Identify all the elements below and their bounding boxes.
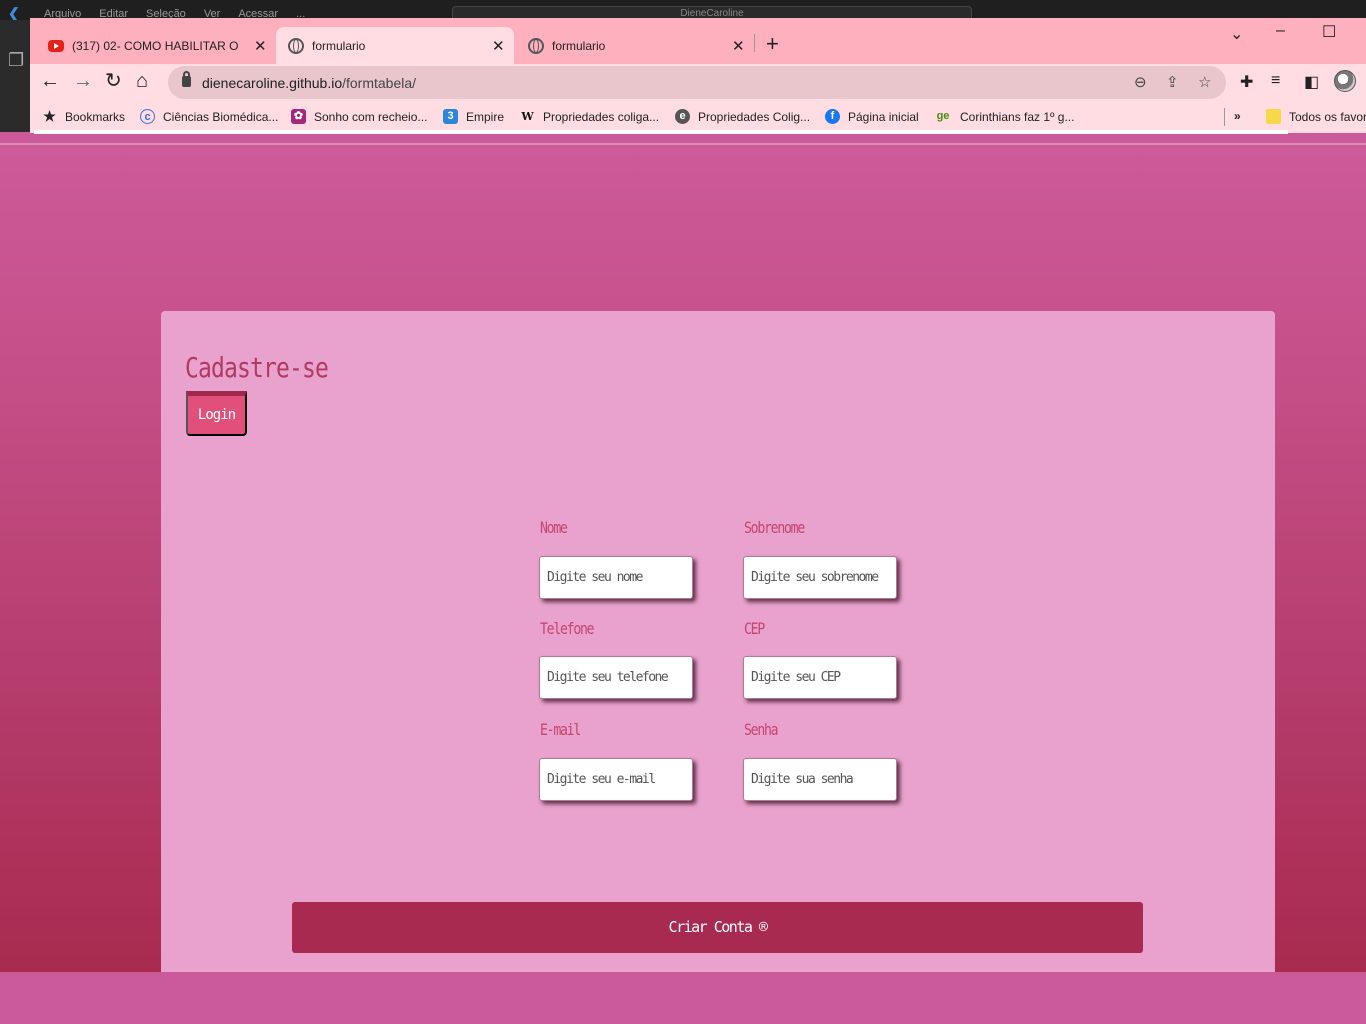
tab-title: formulario	[312, 38, 366, 53]
bookmarks-overflow-button[interactable]: »	[1234, 109, 1241, 123]
browser-tabbar: (317) 02- COMO HABILITAR O EI ✕ formular…	[30, 18, 1366, 64]
cep-input[interactable]	[743, 656, 897, 699]
tab-youtube[interactable]: (317) 02- COMO HABILITAR O EI ✕	[40, 27, 274, 64]
3-icon: 3	[443, 109, 458, 124]
youtube-icon	[48, 39, 64, 52]
telefone-input[interactable]	[539, 656, 693, 699]
login-button[interactable]: Login	[186, 391, 247, 436]
bookmarks-bar: ★ Bookmarks c Ciências Biomédica... ✿ So…	[30, 100, 1366, 133]
bookmark-label: Página inicial	[848, 109, 919, 124]
globe-icon	[288, 37, 304, 54]
e-icon: e	[675, 109, 690, 124]
back-button[interactable]: ←	[40, 70, 60, 92]
vscode-icon: ❮	[8, 5, 20, 21]
extensions-icon[interactable]: ✚	[1240, 72, 1253, 92]
page-title: Cadastre-se	[185, 351, 329, 384]
senha-label: Senha	[744, 720, 779, 739]
bookmark-label: Propriedades Colig...	[698, 109, 811, 124]
maximize-button[interactable]: ☐	[1322, 22, 1336, 42]
email-input[interactable]	[539, 758, 693, 801]
media-queue-icon[interactable]: ≡	[1271, 72, 1280, 90]
ge-icon: ge	[936, 110, 950, 122]
bookmark-label: Empire	[466, 109, 505, 124]
close-icon[interactable]: ✕	[732, 37, 745, 55]
bookmark-label: Todos os favor	[1289, 109, 1366, 124]
globe-icon	[528, 37, 544, 54]
email-label: E-mail	[540, 720, 581, 739]
minimize-button[interactable]: –	[1276, 22, 1285, 40]
explorer-icon[interactable]: ❐	[8, 50, 30, 71]
bookmark-item[interactable]: ★ Bookmarks	[42, 109, 125, 124]
bookmark-star-icon[interactable]: ☆	[1198, 73, 1211, 91]
cep-label: CEP	[744, 619, 765, 638]
bookmark-label: Corinthians faz 1º g...	[960, 109, 1075, 124]
bookmark-label: Bookmarks	[65, 109, 126, 124]
bookmark-item[interactable]: 3 Empire	[443, 109, 504, 124]
signup-card: Cadastre-se Login Nome Sobrenome Telefon…	[161, 311, 1275, 972]
bookmark-item[interactable]: e Propriedades Colig...	[675, 109, 810, 124]
profile-avatar[interactable]	[1334, 70, 1356, 92]
reload-button[interactable]: ↻	[105, 70, 122, 92]
share-icon[interactable]: ⇪	[1166, 73, 1179, 91]
tab-divider	[754, 34, 755, 52]
bookmark-label: Ciências Biomédica...	[163, 109, 279, 124]
page-footer-area	[0, 972, 1366, 1024]
tab-search-chevron-icon[interactable]: ⌄	[1230, 24, 1243, 44]
folder-icon	[1266, 109, 1281, 124]
wikipedia-icon: W	[521, 110, 534, 123]
bookmark-item[interactable]: ge Corinthians faz 1º g...	[934, 109, 1075, 124]
new-tab-button[interactable]: +	[766, 31, 779, 57]
bookmarks-underline	[34, 130, 1288, 134]
close-icon[interactable]: ✕	[492, 37, 505, 55]
tab-formulario[interactable]: formulario ✕	[516, 27, 750, 64]
star-icon: ★	[43, 108, 56, 124]
senha-input[interactable]	[743, 758, 897, 801]
bookmarks-divider	[1224, 108, 1225, 126]
close-icon[interactable]: ✕	[254, 37, 267, 55]
nome-label: Nome	[540, 518, 568, 537]
flower-icon: ✿	[291, 109, 306, 124]
sobrenome-label: Sobrenome	[744, 518, 805, 537]
bookmark-item[interactable]: f Página inicial	[825, 109, 919, 124]
bookmark-label: Sonho com recheio...	[314, 109, 428, 124]
browser-toolbar: ← → ↻ ⌂ dienecaroline.github.io/formtabe…	[30, 64, 1366, 100]
tab-title: (317) 02- COMO HABILITAR O EI	[72, 38, 242, 53]
tab-formulario-active[interactable]: formulario ✕	[276, 27, 514, 64]
forward-button[interactable]: →	[73, 70, 93, 92]
editor-activity-bar: ❐	[0, 20, 30, 132]
editor-titlebar: ❮ Arquivo Editar Seleção Ver Acessar ...…	[0, 0, 1366, 20]
telefone-label: Telefone	[540, 619, 595, 638]
other-bookmarks-folder[interactable]: Todos os favor	[1266, 109, 1366, 124]
create-account-button[interactable]: Criar Conta ®	[292, 902, 1143, 953]
bookmark-item[interactable]: c Ciências Biomédica...	[140, 109, 278, 124]
tab-title: formulario	[552, 38, 606, 53]
side-panel-icon[interactable]: ◧	[1304, 72, 1319, 92]
sobrenome-input[interactable]	[743, 556, 897, 599]
url-text[interactable]: dienecaroline.github.io/formtabela/	[202, 75, 416, 91]
bookmark-item[interactable]: ✿ Sonho com recheio...	[291, 109, 427, 124]
facebook-icon: f	[825, 109, 840, 124]
home-button[interactable]: ⌂	[136, 70, 148, 92]
c-icon: c	[140, 109, 155, 124]
bookmark-item[interactable]: W Propriedades coliga...	[520, 109, 659, 124]
bookmark-label: Propriedades coliga...	[543, 109, 660, 124]
address-bar[interactable]: dienecaroline.github.io/formtabela/ ⊖ ⇪ …	[168, 66, 1226, 99]
nome-input[interactable]	[539, 556, 693, 599]
zoom-icon[interactable]: ⊖	[1134, 73, 1147, 91]
lock-icon[interactable]	[182, 71, 191, 87]
